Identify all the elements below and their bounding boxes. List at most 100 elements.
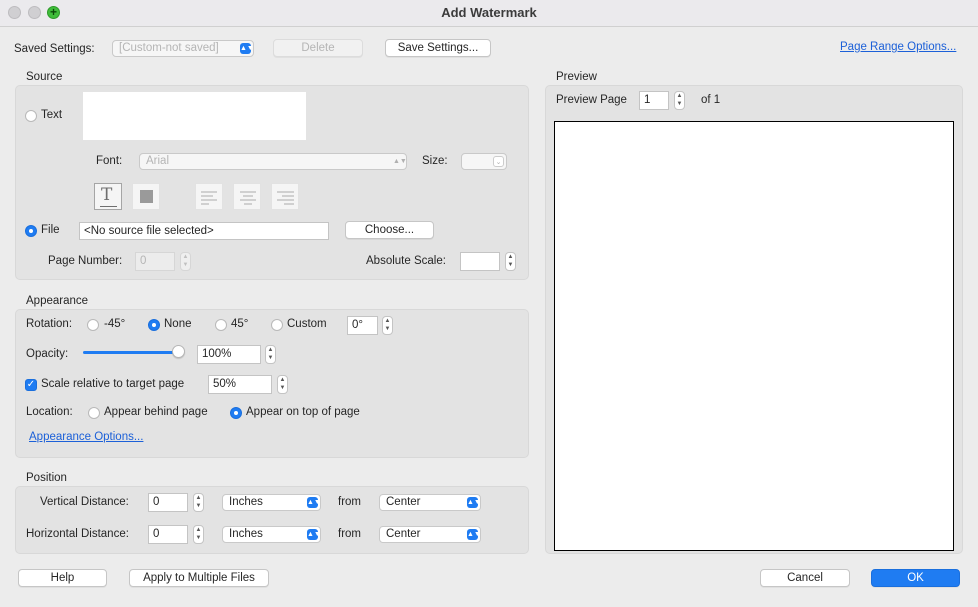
source-group-label: Source <box>26 71 63 83</box>
save-settings-button[interactable]: Save Settings... <box>385 39 491 57</box>
text-source-radio[interactable] <box>25 110 37 122</box>
scale-stepper[interactable]: ▲ ▼ <box>277 375 288 394</box>
absolute-scale-field[interactable] <box>460 252 500 271</box>
preview-page-stepper[interactable]: ▲ ▼ <box>674 91 685 110</box>
file-source-label: File <box>41 224 60 236</box>
preview-page-count: of 1 <box>701 94 721 106</box>
preview-page-label: Preview Page <box>556 94 627 106</box>
scale-field[interactable]: 50% <box>208 375 272 394</box>
stepper-arrows-icon: ▲ ▼ <box>182 254 189 268</box>
vertical-from-popup[interactable]: Center ▲▼ <box>379 494 481 511</box>
font-label: Font: <box>96 155 123 167</box>
rotation-custom-radio[interactable] <box>271 319 283 331</box>
stepper-arrows-icon: ▲ ▼ <box>267 347 274 361</box>
choose-file-button[interactable]: Choose... <box>345 221 434 239</box>
vertical-unit-popup[interactable]: Inches ▲▼ <box>222 494 321 511</box>
horizontal-from-popup[interactable]: Center ▲▼ <box>379 526 481 543</box>
saved-settings-label: Saved Settings: <box>14 43 95 55</box>
align-center-button[interactable] <box>233 183 261 210</box>
appearance-options-link[interactable]: Appearance Options... <box>29 431 143 443</box>
stepper-arrows-icon: ▲ ▼ <box>279 377 286 391</box>
vertical-from-value: Center <box>386 496 421 508</box>
location-behind-radio[interactable] <box>88 407 100 419</box>
cancel-button[interactable]: Cancel <box>760 569 850 587</box>
vertical-from-label: from <box>338 496 361 508</box>
stepper-arrows-icon: ▲ ▼ <box>507 254 514 268</box>
preview-page-field[interactable]: 1 <box>639 91 669 110</box>
horizontal-unit-value: Inches <box>229 528 263 540</box>
font-value: Arial <box>146 155 170 167</box>
vertical-distance-label: Vertical Distance: <box>40 496 129 508</box>
location-on-top-radio[interactable] <box>230 407 242 419</box>
rotation-45-label: 45° <box>231 318 249 330</box>
size-combobox[interactable]: ⌄ <box>461 153 507 170</box>
rotation-label: Rotation: <box>26 318 73 330</box>
scale-relative-label: Scale relative to target page <box>41 378 185 390</box>
stepper-arrows-icon: ▲ ▼ <box>195 527 202 541</box>
vertical-distance-field[interactable]: 0 <box>148 493 188 512</box>
rotation-none-label: None <box>164 318 192 330</box>
delete-button[interactable]: Delete <box>273 39 363 57</box>
horizontal-distance-stepper[interactable]: ▲ ▼ <box>193 525 204 544</box>
scale-relative-checkbox[interactable]: ✓ <box>25 379 37 391</box>
popup-arrows-icon: ▲▼ <box>467 529 481 540</box>
horizontal-unit-popup[interactable]: Inches ▲▼ <box>222 526 321 543</box>
stepper-arrows-icon: ▲ ▼ <box>676 93 683 107</box>
rotation-custom-field[interactable]: 0° <box>347 316 378 335</box>
help-button[interactable]: Help <box>18 569 107 587</box>
window-title: Add Watermark <box>441 5 537 20</box>
opacity-label: Opacity: <box>26 348 69 360</box>
popup-arrows-icon: ▲▼ <box>393 158 407 165</box>
chevron-down-icon: ⌄ <box>493 156 504 167</box>
ok-button[interactable]: OK <box>871 569 960 587</box>
font-popup[interactable]: Arial ▲▼ <box>139 153 407 170</box>
source-file-field[interactable]: <No source file selected> <box>79 222 329 240</box>
file-source-radio[interactable] <box>25 225 37 237</box>
preview-group-label: Preview <box>556 71 597 83</box>
rotation-none-radio[interactable] <box>148 319 160 331</box>
horizontal-distance-field[interactable]: 0 <box>148 525 188 544</box>
horizontal-distance-label: Horizontal Distance: <box>26 528 129 540</box>
opacity-slider-track <box>83 351 179 354</box>
saved-settings-value: [Custom-not saved] <box>119 42 219 54</box>
watermark-text-area[interactable] <box>83 92 306 140</box>
title-bar: + Add Watermark <box>0 0 978 27</box>
absolute-scale-stepper[interactable]: ▲ ▼ <box>505 252 516 271</box>
vertical-unit-value: Inches <box>229 496 263 508</box>
page-number-label: Page Number: <box>48 255 123 267</box>
popup-arrows-icon: ▲▼ <box>307 529 321 540</box>
apply-to-multiple-files-button[interactable]: Apply to Multiple Files <box>129 569 269 587</box>
size-label: Size: <box>422 155 448 167</box>
stepper-arrows-icon: ▲ ▼ <box>384 318 391 332</box>
checkmark-icon: ✓ <box>26 379 36 390</box>
rotation-minus45-radio[interactable] <box>87 319 99 331</box>
page-number-field[interactable]: 0 <box>135 252 175 271</box>
rotation-stepper[interactable]: ▲ ▼ <box>382 316 393 335</box>
text-color-button[interactable]: T <box>94 183 122 210</box>
align-center-icon <box>240 191 256 205</box>
fill-color-button[interactable] <box>132 183 160 210</box>
page-range-options-link[interactable]: Page Range Options... <box>840 41 956 53</box>
saved-settings-popup[interactable]: [Custom-not saved] ▲▼ <box>112 40 254 57</box>
horizontal-from-label: from <box>338 528 361 540</box>
absolute-scale-label: Absolute Scale: <box>366 255 446 267</box>
rotation-minus45-label: -45° <box>104 318 126 330</box>
vertical-distance-stepper[interactable]: ▲ ▼ <box>193 493 204 512</box>
location-behind-label: Appear behind page <box>104 406 208 418</box>
opacity-stepper[interactable]: ▲ ▼ <box>265 345 276 364</box>
popup-arrows-icon: ▲▼ <box>240 43 254 54</box>
location-on-top-label: Appear on top of page <box>246 406 360 418</box>
filled-square-icon <box>140 190 153 203</box>
align-left-button[interactable] <box>195 183 223 210</box>
horizontal-from-value: Center <box>386 528 421 540</box>
opacity-field[interactable]: 100% <box>197 345 261 364</box>
rotation-45-radio[interactable] <box>215 319 227 331</box>
opacity-slider[interactable] <box>83 345 185 360</box>
rotation-custom-label: Custom <box>287 318 327 330</box>
page-number-stepper[interactable]: ▲ ▼ <box>180 252 191 271</box>
stepper-arrows-icon: ▲ ▼ <box>195 495 202 509</box>
popup-arrows-icon: ▲▼ <box>307 497 321 508</box>
opacity-slider-knob[interactable] <box>172 345 185 358</box>
text-t-icon: T <box>101 185 113 205</box>
align-right-button[interactable] <box>271 183 299 210</box>
